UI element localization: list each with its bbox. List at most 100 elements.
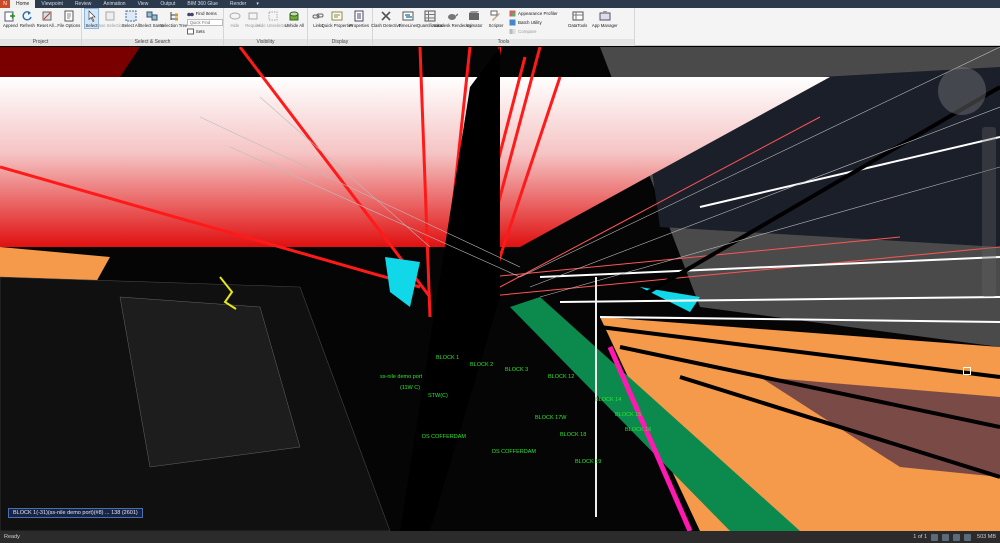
clash-detective-icon: [380, 9, 393, 22]
scene-canvas: [0, 47, 1000, 531]
tab-bim360-glue[interactable]: BIM 360 Glue: [181, 0, 224, 8]
clash-detective-button[interactable]: Clash Detective: [371, 9, 401, 28]
refresh-button[interactable]: Refresh: [20, 9, 35, 28]
timeliner-icon: [402, 9, 415, 22]
sets-label: Sets: [195, 29, 205, 34]
tools-stack: Appearance Profiler Batch Utility Compar…: [509, 9, 558, 36]
tab-output[interactable]: Output: [154, 0, 181, 8]
hide-unselected-icon: [266, 9, 279, 22]
scene-viewport[interactable]: BLOCK 1 BLOCK 2 BLOCK 3 BLOCK 12 ss-nile…: [0, 47, 1000, 531]
scripter-label: Scripter: [488, 23, 504, 28]
refresh-icon: [21, 9, 34, 22]
panel-select-search: Select Save Selection Select All Select …: [82, 8, 224, 46]
find-items-button[interactable]: Find Items: [186, 9, 223, 18]
appearance-profiler-button[interactable]: Appearance Profiler: [509, 9, 558, 18]
memory-usage: 503 MB: [977, 534, 996, 540]
reset-all-button[interactable]: Reset All...: [37, 9, 57, 28]
compare-button[interactable]: Compare: [509, 27, 558, 36]
datatools-label: DataTools: [568, 23, 588, 28]
reset-all-label: Reset All...: [36, 23, 58, 28]
unhide-all-label: Unhide All: [284, 23, 304, 28]
tab-viewpoint[interactable]: Viewpoint: [35, 0, 69, 8]
tab-render[interactable]: Render: [224, 0, 252, 8]
save-selection-icon: [104, 9, 117, 22]
hide-unselected-button[interactable]: Hide Unselected: [257, 9, 288, 28]
quick-properties-icon: [331, 9, 344, 22]
file-options-icon: [62, 9, 75, 22]
sets-dropdown[interactable]: Sets: [186, 27, 223, 36]
selection-tree-label: Selection Tree: [159, 23, 188, 28]
save-selection-button[interactable]: Save Selection: [96, 9, 124, 28]
disk-icon[interactable]: [964, 533, 972, 541]
compare-icon: [509, 29, 516, 34]
panel-title-tools: Tools: [373, 39, 634, 46]
hide-label: Hide: [230, 23, 240, 28]
batch-utility-button[interactable]: Batch Utility: [509, 18, 558, 27]
unhide-all-button[interactable]: Unhide All: [285, 9, 304, 28]
quick-find-input[interactable]: [186, 19, 223, 26]
scripter-button[interactable]: Scripter: [486, 9, 506, 28]
app-manager-label: App Manager: [591, 23, 618, 28]
quick-properties-button[interactable]: Quick Properties: [322, 9, 353, 28]
panel-title-select-search[interactable]: Select & Search: [82, 39, 223, 46]
prev-sheet-icon[interactable]: [931, 533, 939, 541]
batch-utility-label: Batch Utility: [518, 20, 542, 25]
tree-icon: [167, 9, 180, 22]
pencil-icon[interactable]: [953, 533, 961, 541]
quantification-icon: [424, 9, 437, 22]
panel-title-display: Display: [308, 39, 372, 46]
scene-label: BLOCK 14: [595, 397, 622, 403]
application-menu-button[interactable]: N: [0, 0, 10, 8]
tab-view[interactable]: View: [132, 0, 155, 8]
file-options-label: File Options: [57, 23, 81, 28]
reset-all-icon: [40, 9, 53, 22]
tab-home[interactable]: Home: [10, 0, 36, 8]
save-selection-label: Save Selection: [95, 23, 125, 28]
scene-label: BLOCK 16: [625, 427, 652, 433]
require-icon: [246, 9, 259, 22]
datatools-button[interactable]: DataTools: [568, 9, 588, 28]
navigation-bar[interactable]: [982, 127, 996, 297]
properties-label: Properties: [349, 23, 369, 28]
app-manager-button[interactable]: App Manager: [591, 9, 618, 28]
properties-button[interactable]: Properties: [349, 9, 369, 28]
selection-tree-button[interactable]: Selection Tree: [160, 9, 187, 28]
select-all-button[interactable]: Select All: [122, 9, 140, 28]
file-options-button[interactable]: File Options: [57, 9, 81, 28]
datatools-icon: [571, 9, 584, 22]
scripter-icon: [490, 9, 503, 22]
select-same-button[interactable]: Select Same: [140, 9, 164, 28]
compare-label: Compare: [518, 29, 537, 34]
sets-icon: [186, 28, 194, 35]
append-label: Append: [3, 23, 18, 28]
scene-label: BLOCK 2: [470, 362, 494, 368]
animator-button[interactable]: Animator: [464, 9, 484, 28]
ribbon-options-dropdown[interactable]: ▾: [252, 1, 263, 7]
append-button[interactable]: Append: [3, 9, 18, 28]
search-stack: Find Items Sets: [186, 9, 223, 36]
hover-tooltip: BLOCK 1(-31)(ss-nile demo port)(#8) ... …: [8, 508, 143, 518]
unhide-all-icon: [288, 9, 301, 22]
scene-label: BLOCK 1: [436, 355, 460, 361]
batch-utility-icon: [509, 19, 516, 26]
clash-detective-label: Clash Detective: [370, 23, 402, 28]
tab-review[interactable]: Review: [69, 0, 97, 8]
panel-title-project[interactable]: Project: [0, 39, 81, 46]
autodesk-rendering-button[interactable]: Autodesk Rendering: [433, 9, 471, 28]
hide-button[interactable]: Hide: [227, 9, 243, 28]
panel-display: Links Quick Properties Properties Displa…: [308, 8, 373, 46]
tab-animation[interactable]: Animation: [97, 0, 131, 8]
scene-label: BLOCK 19: [575, 459, 602, 465]
scene-label: DS COFFERDAM: [492, 449, 536, 455]
scene-label: BLOCK 3: [505, 367, 529, 373]
scene-label: (11W C): [400, 385, 421, 391]
app-manager-icon: [598, 9, 611, 22]
viewcube[interactable]: [938, 67, 986, 115]
teapot-icon: [446, 9, 459, 22]
panel-project: Append Refresh Reset All... File Options…: [0, 8, 82, 46]
scene-label: BLOCK 12: [548, 374, 575, 380]
quick-find-row: [186, 18, 223, 27]
timeliner-button[interactable]: TimeLiner: [398, 9, 418, 28]
crosshair-cursor-icon: [963, 367, 971, 375]
next-sheet-icon[interactable]: [942, 533, 950, 541]
